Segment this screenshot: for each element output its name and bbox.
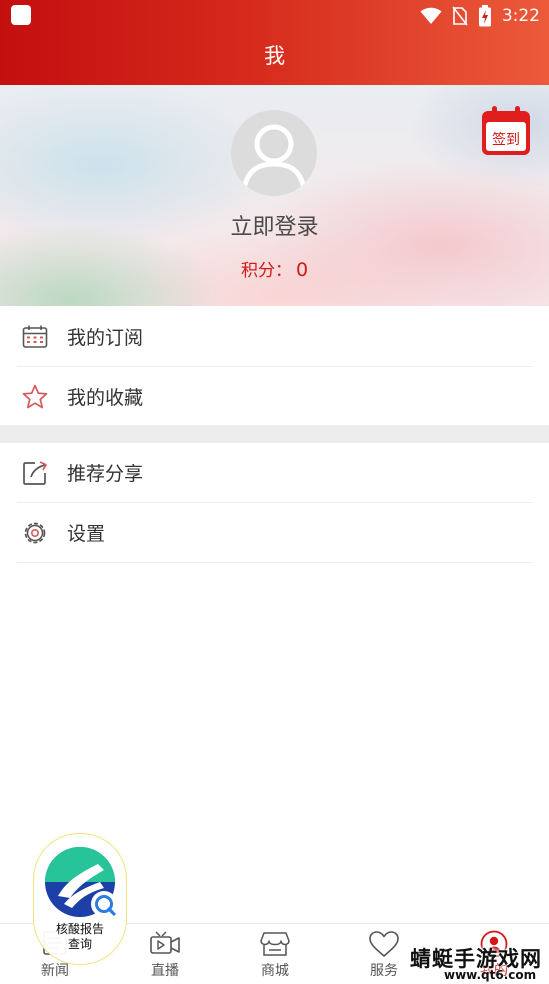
star-icon (21, 383, 49, 411)
calendar-icon (21, 323, 49, 351)
signin-label: 签到 (492, 132, 520, 148)
watermark: 蜻蜓手游戏网 www.qt6.com (410, 943, 546, 983)
no-sim-icon (452, 6, 468, 26)
menu-item-label: 设置 (67, 523, 106, 545)
login-link[interactable]: 立即登录 (0, 209, 549, 241)
covid-report-label-line1: 核酸报告 (55, 922, 104, 936)
notification-app-icon (11, 5, 31, 25)
header-bar: 3:22 我 (0, 0, 549, 85)
points-label: 积分： (240, 261, 292, 281)
profile-banner: 立即登录 积分： 0 签到 (0, 85, 549, 306)
nav-label-store: 商城 (261, 963, 289, 979)
menu-group-general: 推荐分享 设置 (0, 443, 549, 563)
nav-tab-store[interactable]: 商城 (220, 924, 330, 984)
covid-report-label-line2: 查询 (67, 937, 92, 951)
nav-tab-live[interactable]: 直播 (110, 924, 220, 984)
watermark-url: www.qt6.com (444, 968, 537, 982)
share-icon (21, 459, 49, 487)
menu-group-personal: 我的订阅 我的收藏 (0, 307, 549, 427)
covid-report-float-button[interactable]: 核酸报告 查询 (33, 833, 127, 965)
section-divider (0, 425, 549, 443)
menu-item-share[interactable]: 推荐分享 (17, 443, 532, 503)
page-title: 我 (264, 44, 285, 68)
live-video-icon (150, 931, 180, 954)
menu-item-label: 我的收藏 (67, 387, 144, 409)
battery-charging-icon (478, 5, 491, 27)
gear-icon (21, 519, 49, 547)
status-icons: 3:22 (420, 4, 540, 28)
test-report-logo-icon (45, 847, 117, 917)
wifi-icon (420, 7, 442, 24)
avatar[interactable] (231, 110, 317, 196)
status-bar: 3:22 (0, 0, 549, 32)
store-icon (260, 932, 290, 956)
menu-item-subscriptions[interactable]: 我的订阅 (17, 307, 532, 367)
menu-item-label: 我的订阅 (67, 327, 144, 349)
heart-icon (369, 931, 399, 957)
menu-item-label: 推荐分享 (67, 463, 144, 485)
covid-report-label: 核酸报告 查询 (34, 922, 126, 952)
status-time: 3:22 (501, 6, 540, 26)
nav-label-live: 直播 (151, 963, 179, 979)
menu-item-favorites[interactable]: 我的收藏 (17, 367, 532, 427)
default-avatar-icon (241, 124, 307, 191)
menu-item-settings[interactable]: 设置 (17, 503, 532, 563)
points-display: 积分： 0 (0, 256, 549, 281)
points-value: 0 (295, 259, 309, 281)
signin-button[interactable]: 签到 (480, 105, 532, 157)
